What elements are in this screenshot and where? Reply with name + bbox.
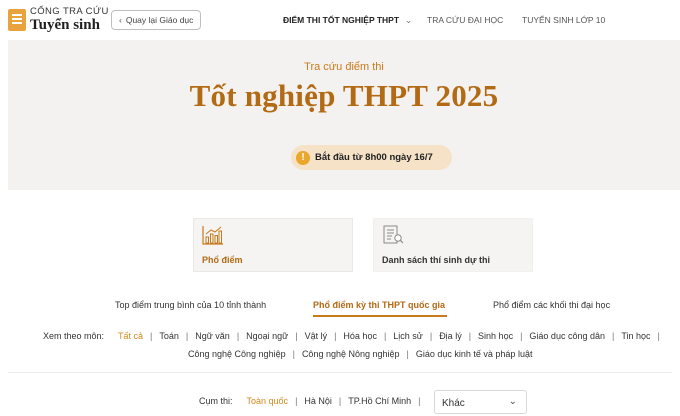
subject-filter-row: Xem theo môn: Tất cả | Toán | Ngữ văn | Ngoại n… (43, 331, 660, 341)
subject-sinh-hoc[interactable]: Sinh học (478, 331, 513, 341)
notice-text: Bắt đầu từ 8h00 ngày 16/7 (315, 152, 433, 163)
logo-line2: Tuyển sinh (30, 16, 100, 33)
nav-diem-thi-tot-nghiep[interactable]: ĐIỂM THI TỐT NGHIỆP THPT ⌄ (283, 15, 412, 26)
top-header: CỔNG TRA CỨU Tuyển sinh ‹ Quay lại Giáo … (0, 0, 680, 40)
subject-filter-row-2: Công nghệ Công nghiệp | Công nghệ Nông ngh… (188, 349, 533, 359)
subject-lich-su[interactable]: Lịch sử (393, 331, 423, 341)
subject-vat-ly[interactable]: Vật lý (305, 331, 328, 341)
cluster-tp-ho-chi-minh[interactable]: TP.Hồ Chí Minh (348, 396, 411, 406)
cluster-filter-row: Cụm thi: Toàn quốc | Hà Nội | TP.Hồ Chí Minh | (199, 396, 421, 406)
subject-cong-nghe-nong-nghiep[interactable]: Công nghệ Nông nghiệp (302, 349, 400, 359)
exclamation-icon: ! (296, 150, 310, 165)
hero-subtitle: Tra cứu điểm thi (304, 61, 384, 73)
tab-pho-diem-thpt[interactable]: Phổ điểm kỳ thi THPT quốc gia (313, 300, 445, 310)
nav-tuyen-sinh-lop-10[interactable]: TUYỂN SINH LỚP 10 (522, 15, 605, 25)
subject-ngu-van[interactable]: Ngữ văn (195, 331, 230, 341)
active-tab-underline (313, 315, 447, 317)
subject-tin-hoc[interactable]: Tin học (621, 331, 650, 341)
card-danh-sach-thi-sinh[interactable]: Danh sách thí sinh dự thi (373, 218, 533, 272)
cluster-toan-quoc[interactable]: Toàn quốc (247, 396, 289, 406)
logo-line1: CỔNG TRA CỨU (30, 6, 109, 17)
back-to-education-button[interactable]: ‹ Quay lại Giáo dục (111, 10, 202, 30)
subject-toan[interactable]: Toán (159, 331, 179, 341)
bar-chart-icon (202, 226, 223, 245)
hero-title: Tốt nghiệp THPT 2025 (189, 78, 499, 113)
cluster-ha-noi[interactable]: Hà Nội (304, 396, 332, 406)
subject-cong-nghe-cong-nghiep[interactable]: Công nghệ Công nghiệp (188, 349, 286, 359)
subject-giao-duc-cong-dan[interactable]: Giáo dục công dân (529, 331, 605, 341)
back-button-label: Quay lại Giáo dục (125, 15, 194, 25)
subject-hoa-hoc[interactable]: Hóa học (343, 331, 377, 341)
subject-tat-ca[interactable]: Tất cả (118, 331, 143, 341)
cluster-other-select[interactable]: Khác ⌄ (434, 390, 527, 414)
section-divider (8, 372, 672, 373)
site-logo[interactable]: CỔNG TRA CỨU Tuyển sinh (8, 7, 109, 33)
chevron-down-icon: ⌄ (508, 396, 517, 407)
hero-banner: Tra cứu điểm thi Tốt nghiệp THPT 2025 ! … (8, 40, 680, 190)
start-time-notice: ! Bắt đầu từ 8h00 ngày 16/7 (291, 145, 452, 170)
chevron-left-icon: ‹ (119, 15, 122, 25)
document-list-icon (383, 225, 404, 244)
cluster-filter-label: Cụm thi: (199, 396, 233, 406)
subject-filter-label: Xem theo môn: (43, 331, 105, 341)
card-pho-diem-label: Phổ điểm (202, 255, 243, 265)
tab-top-diem-trung-binh[interactable]: Top điểm trung bình của 10 tỉnh thành (115, 300, 266, 310)
subject-dia-ly[interactable]: Địa lý (439, 331, 462, 341)
logo-book-icon (8, 8, 26, 31)
tab-pho-diem-khoi-thi[interactable]: Phổ điểm các khối thi đại học (493, 300, 610, 310)
nav-tra-cuu-dai-hoc[interactable]: TRA CỨU ĐẠI HỌC (427, 15, 503, 25)
subject-ngoai-ngu[interactable]: Ngoại ngữ (246, 331, 288, 341)
card-pho-diem[interactable]: Phổ điểm (193, 218, 353, 272)
subject-giao-duc-kinh-te-phap-luat[interactable]: Giáo dục kinh tế và pháp luật (416, 349, 533, 359)
chevron-down-icon: ⌄ (405, 15, 413, 25)
cluster-select-value: Khác (442, 398, 465, 409)
card-danh-sach-label: Danh sách thí sinh dự thi (382, 255, 491, 265)
